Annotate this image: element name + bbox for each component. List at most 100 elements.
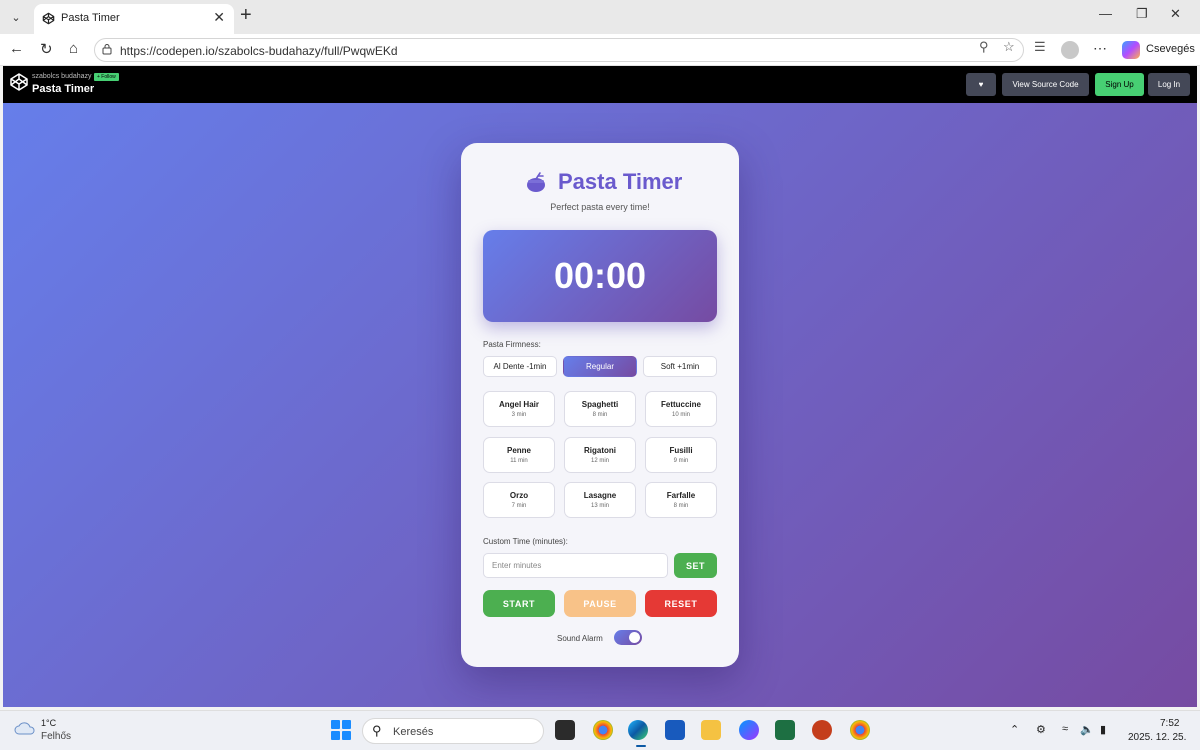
pasta-fusilli-button[interactable]: Fusilli 9 min [645,437,717,473]
favorites-list-icon[interactable]: ☰ [1034,39,1046,55]
tab-close-icon[interactable]: ✕ [213,9,225,26]
pasta-time: 3 min [511,412,527,418]
timer-time: 00:00 [553,255,647,296]
reset-button[interactable]: RESET [645,590,717,617]
reload-icon[interactable]: ↻ [40,40,53,58]
heart-button[interactable]: ♥ [966,73,996,96]
pasta-time: 7 min [511,503,527,509]
pasta-rigatoni-button[interactable]: Rigatoni 12 min [564,437,636,473]
pasta-name: Spaghetti [581,400,619,409]
sound-alarm-toggle[interactable] [614,630,642,645]
view-source-button[interactable]: View Source Code [1002,73,1089,96]
cloud-icon[interactable] [14,720,36,736]
search-icon: ⚲ [372,723,382,738]
clock-time[interactable]: 7:52 [1160,718,1179,729]
battery-icon[interactable]: ▮ [1100,723,1106,736]
pasta-penne-button[interactable]: Penne 11 min [483,437,555,473]
copilot-label[interactable]: Csevegés [1146,43,1195,55]
pasta-name: Fusilli [669,446,693,455]
firmness-al-dente-button[interactable]: Al Dente -1min [483,356,557,377]
windows-taskbar: 1°C Felhős ⚲ Keresés ⌃ ⚙ ≈ 🔈 ▮ 7:52 2025… [0,710,1200,750]
url-field[interactable]: https://codepen.io/szabolcs-budahazy/ful… [94,38,1024,62]
window-close-icon[interactable]: ✕ [1170,6,1181,22]
browser-tab[interactable]: Pasta Timer ✕ [34,4,234,34]
restore-icon[interactable]: ❐ [1136,6,1148,22]
volume-muted-icon[interactable]: 🔈 [1080,723,1094,736]
tray-notification-icon[interactable]: ⚙ [1036,723,1046,736]
minimize-icon[interactable]: — [1099,6,1112,21]
address-bar-row: ← ↻ ⌂ https://codepen.io/szabolcs-budaha… [0,34,1200,66]
browser-tab-strip: ⌄ Pasta Timer ✕ + — ❐ ✕ [0,0,1200,34]
pasta-name: Angel Hair [498,400,539,409]
home-icon[interactable]: ⌂ [69,40,78,57]
custom-minutes-input[interactable] [483,553,668,578]
heart-icon: ♥ [978,80,984,89]
profile-avatar[interactable] [1061,41,1079,59]
pasta-name: Rigatoni [584,446,616,455]
copilot-icon[interactable] [1122,41,1140,59]
pasta-name: Lasagne [583,491,617,500]
word-icon[interactable] [665,720,685,740]
back-arrow-icon[interactable]: ← [9,40,24,57]
chrome-profile-icon[interactable] [850,720,870,740]
windows-start-icon[interactable] [331,720,351,740]
messenger-icon[interactable] [739,720,759,740]
zoom-icon[interactable]: ⚲ [979,39,989,55]
set-button[interactable]: SET [674,553,717,578]
tray-chevron-up-icon[interactable]: ⌃ [1010,723,1019,736]
file-explorer-icon[interactable] [701,720,721,740]
pen-title: Pasta Timer [32,83,95,95]
pasta-time: 12 min [590,458,609,464]
pasta-fettuccine-button[interactable]: Fettuccine 10 min [645,391,717,427]
pasta-name: Farfalle [666,491,696,500]
sound-alarm-label: Sound Alarm [557,634,603,643]
pasta-angel-hair-button[interactable]: Angel Hair 3 min [483,391,555,427]
lock-icon [102,44,112,55]
clock-date[interactable]: 2025. 12. 25. [1128,732,1186,743]
app-title: Pasta Timer [558,169,683,194]
pasta-orzo-button[interactable]: Orzo 7 min [483,482,555,518]
start-button[interactable]: START [483,590,555,617]
more-options-icon[interactable]: ⋯ [1093,40,1107,57]
pasta-name: Penne [506,446,531,455]
wifi-icon[interactable]: ≈ [1062,723,1068,735]
pen-author[interactable]: szabolcs budahazy [32,73,92,80]
pause-button[interactable]: PAUSE [564,590,636,617]
timer-display: 00:00 [483,230,717,322]
firmness-soft-button[interactable]: Soft +1min [643,356,717,377]
search-label: Keresés [393,726,434,738]
firmness-label: Pasta Firmness: [483,340,541,349]
pasta-time: 10 min [671,412,690,418]
pasta-name: Orzo [509,491,529,500]
codepen-favicon-icon [42,12,55,25]
chrome-icon[interactable] [593,720,613,740]
pasta-time: 11 min [510,458,528,464]
follow-button[interactable]: + Follow [94,73,119,81]
codepen-header: szabolcs budahazy + Follow Pasta Timer ♥… [3,66,1197,103]
tab-title: Pasta Timer [61,12,120,24]
app-subtitle: Perfect pasta every time! [550,202,650,212]
pasta-time: 9 min [673,458,689,464]
custom-time-label: Custom Time (minutes): [483,537,568,546]
weather-description[interactable]: Felhős [41,731,71,742]
tab-actions-chevron-icon[interactable]: ⌄ [4,5,28,29]
new-tab-plus-icon[interactable]: + [240,4,252,27]
pasta-spaghetti-button[interactable]: Spaghetti 8 min [564,391,636,427]
pasta-lasagne-button[interactable]: Lasagne 13 min [564,482,636,518]
log-in-button[interactable]: Log In [1148,73,1190,96]
favorite-star-icon[interactable]: ☆ [1003,39,1015,55]
powerpoint-icon[interactable] [812,720,832,740]
pasta-farfalle-button[interactable]: Farfalle 8 min [645,482,717,518]
edge-icon[interactable] [628,720,648,740]
codepen-logo-icon[interactable] [9,72,29,92]
task-view-icon[interactable] [555,720,575,740]
sign-up-button[interactable]: Sign Up [1095,73,1144,96]
taskbar-search[interactable]: ⚲ Keresés [362,718,544,744]
pot-icon [527,172,545,192]
excel-icon[interactable] [775,720,795,740]
timer-card: Pasta Timer Perfect pasta every time! 00… [461,143,739,667]
toggle-knob [629,632,640,643]
firmness-regular-button[interactable]: Regular [563,356,637,377]
weather-temperature[interactable]: 1°C [41,718,56,728]
pasta-time: 8 min [592,412,608,418]
